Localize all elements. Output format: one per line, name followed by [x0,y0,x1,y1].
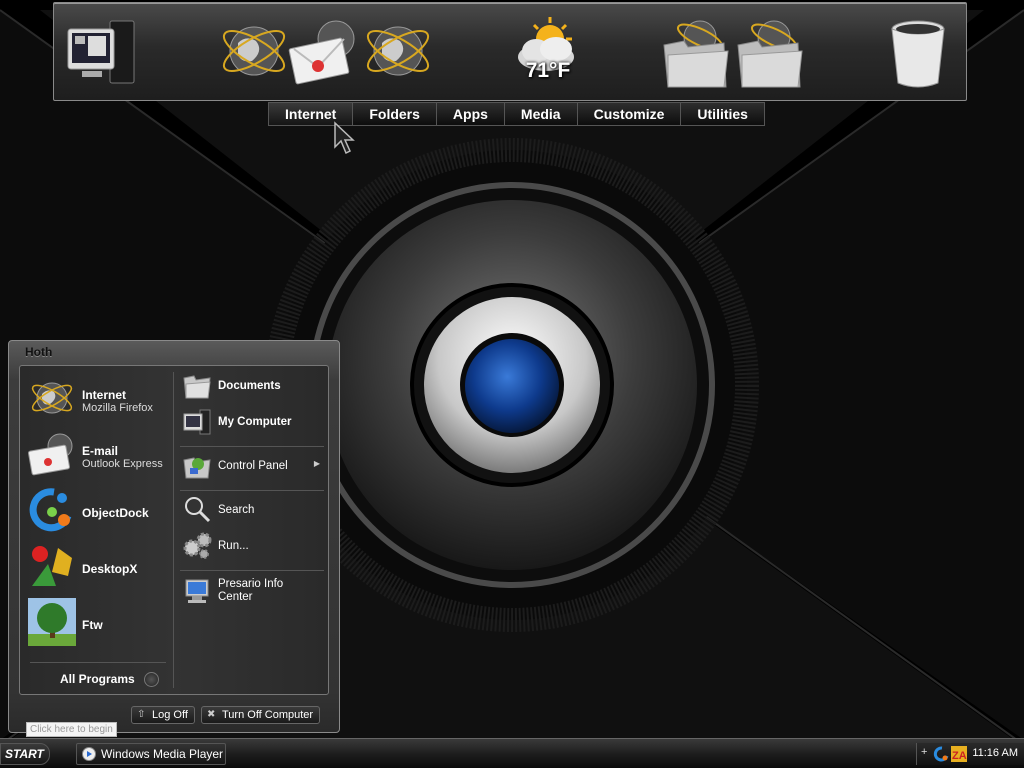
pinned-item-objectdock[interactable]: ObjectDock [28,486,168,538]
objectdock-tray-icon[interactable] [933,746,949,762]
separator [30,662,166,663]
tab-customize[interactable]: Customize [577,103,682,125]
tab-utilities[interactable]: Utilities [681,103,764,125]
log-off-button[interactable]: ⇧ Log Off [131,706,195,724]
run-gears-icon [182,530,212,560]
svg-text:ZA: ZA [952,750,967,762]
log-off-icon: ⇧ [137,709,146,720]
pinned-title: DesktopX [82,562,138,576]
mouse-cursor-icon [334,121,355,155]
task-label: Windows Media Player [101,747,224,761]
column-divider [173,372,174,688]
taskbar: START Windows Media Player + ZA 11:16 AM [0,738,1024,768]
turn-off-label: Turn Off Computer [222,709,314,721]
email-icon [28,430,76,478]
log-off-label: Log Off [152,709,188,721]
control-panel-icon [182,450,212,480]
pinned-title: E-mail [82,444,119,458]
folder-icon[interactable] [658,11,734,91]
internet-globe-icon[interactable] [216,11,292,91]
zonealarm-icon[interactable]: ZA [951,746,967,762]
place-label: My Computer [218,416,292,428]
pinned-item-ftw[interactable]: Ftw [28,598,168,650]
globe-icon [28,374,76,422]
recycle-bin-icon[interactable] [880,11,956,91]
close-icon: ✖ [207,709,216,720]
objectdock-icon [28,486,76,534]
place-control-panel[interactable]: Control Panel ▶ [182,450,324,482]
tray-expand-icon[interactable]: + [921,746,927,758]
separator [180,490,324,491]
place-label: Run... [218,540,249,552]
separator [180,446,324,447]
system-tray: + ZA 11:16 AM [916,743,1024,765]
tab-apps[interactable]: Apps [436,103,505,125]
all-programs-arrow-icon[interactable] [144,672,159,687]
place-search[interactable]: Search [182,494,324,526]
pinned-item-desktopx[interactable]: DesktopX [28,542,168,594]
start-menu: Hoth Internet Mozilla Firefox E-mail Out… [8,340,340,733]
submenu-arrow-icon: ▶ [313,459,320,468]
turn-off-computer-button[interactable]: ✖ Turn Off Computer [201,706,321,724]
internet-globe-icon[interactable] [360,11,436,91]
place-label: Presario Info Center [218,578,284,603]
pinned-subtitle: Mozilla Firefox [82,402,153,414]
place-my-computer[interactable]: My Computer [182,406,324,438]
place-label: Search [218,504,255,516]
email-icon[interactable] [288,11,364,91]
place-documents[interactable]: Documents [182,370,324,402]
documents-folder-icon [182,370,212,400]
pinned-title: Ftw [82,618,103,632]
task-windows-media-player[interactable]: Windows Media Player [76,743,226,765]
desktopx-icon [28,542,76,590]
search-icon [182,494,212,524]
folder-icon[interactable] [732,11,808,91]
top-dock: 71°F [53,2,967,101]
place-label: Documents [218,380,281,392]
clock: 11:16 AM [972,747,1018,759]
start-menu-username: Hoth [25,345,53,359]
tab-folders[interactable]: Folders [353,103,437,125]
start-menu-body: Internet Mozilla Firefox E-mail Outlook … [19,365,329,695]
pinned-title: ObjectDock [82,506,149,520]
my-computer-icon[interactable] [64,11,140,91]
weather-icon[interactable]: 71°F [510,11,586,91]
weather-temperature: 71°F [525,59,571,82]
pinned-item-email[interactable]: E-mail Outlook Express [28,430,168,482]
presario-info-icon [182,576,212,606]
pinned-title: Internet [82,388,127,402]
tree-icon [28,598,76,646]
place-run[interactable]: Run... [182,530,324,562]
start-button[interactable]: START [0,743,50,765]
my-computer-icon [182,406,212,436]
pinned-item-internet[interactable]: Internet Mozilla Firefox [28,374,168,426]
media-player-icon [82,747,96,761]
place-label: Control Panel [218,460,288,472]
place-presario-info-center[interactable]: Presario Info Center [182,576,324,612]
tab-media[interactable]: Media [504,103,578,125]
pinned-subtitle: Outlook Express [82,458,163,470]
separator [180,570,324,571]
start-tooltip: Click here to begin [26,722,117,737]
all-programs-button[interactable]: All Programs [60,672,135,686]
